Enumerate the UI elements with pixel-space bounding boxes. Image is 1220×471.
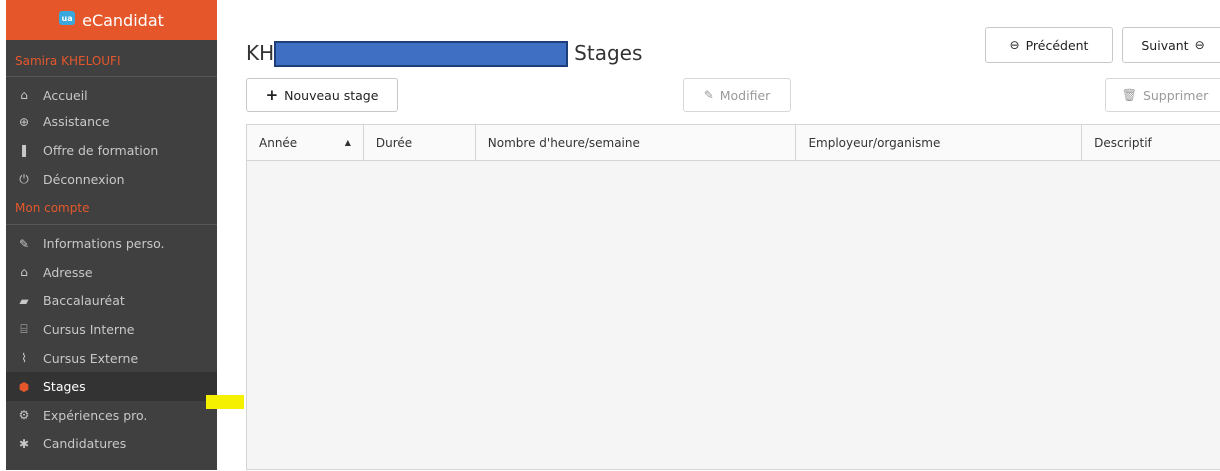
edit-label: Modifier xyxy=(719,87,771,103)
sidebar-item-cursus-interne[interactable]: ⌸ Cursus Interne xyxy=(6,315,217,344)
sidebar-item-label: Candidatures xyxy=(43,436,127,452)
column-header-descriptif[interactable]: Descriptif xyxy=(1082,125,1220,160)
sidebar-item-informations-perso[interactable]: ✎ Informations perso. xyxy=(6,229,217,258)
sidebar-item-cursus-externe[interactable]: ⌇ Cursus Externe xyxy=(6,344,217,373)
sidebar-item-offre-de-formation[interactable]: ❚ Offre de formation xyxy=(6,136,217,165)
column-label: Année xyxy=(259,135,298,150)
page-title: KH Stages xyxy=(246,36,642,70)
sidebar-item-adresse[interactable]: ⌂ Adresse xyxy=(6,258,217,287)
app-logo-icon: ua xyxy=(59,11,76,25)
table-body xyxy=(247,161,1220,471)
column-header-nombre-heure[interactable]: Nombre d'heure/semaine xyxy=(476,125,797,160)
delete-button[interactable]: 🗑 Supprimer xyxy=(1105,78,1220,112)
sidebar-item-label: Accueil xyxy=(43,87,88,103)
app-brand[interactable]: ua eCandidat xyxy=(6,0,217,40)
sidebar-item-label: Baccalauréat xyxy=(43,293,125,309)
column-label: Durée xyxy=(375,135,413,150)
column-header-annee[interactable]: Année ▲ xyxy=(247,125,364,160)
delete-label: Supprimer xyxy=(1142,87,1209,103)
new-stage-button[interactable]: + Nouveau stage xyxy=(246,78,398,112)
home-icon: ⌂ xyxy=(20,265,28,280)
previous-label: Précédent xyxy=(1025,37,1089,53)
asterisk-icon: ✱ xyxy=(18,436,30,451)
home-icon: ⌂ xyxy=(20,88,28,103)
column-label: Descriptif xyxy=(1094,135,1152,150)
pencil-icon: ✎ xyxy=(703,88,714,102)
sidebar-item-label: Expériences pro. xyxy=(43,407,148,423)
highlighter-mark xyxy=(206,395,244,409)
sidebar-item-baccalaureat[interactable]: ▰ Baccalauréat xyxy=(6,287,217,316)
next-button[interactable]: Suivant ⊖ xyxy=(1122,27,1220,63)
sidebar-item-label: Cursus Interne xyxy=(43,321,135,337)
page-title-suffix: Stages xyxy=(574,41,643,65)
circle-arrow-right-icon: ⊖ xyxy=(1194,38,1205,52)
sidebar-item-assistance[interactable]: ⊕ Assistance xyxy=(6,108,217,137)
sidebar-item-experiences-pro[interactable]: ⚙ Expériences pro. xyxy=(6,401,217,430)
power-icon: ⏻ xyxy=(19,171,29,186)
user-name: Samira KHELOUFI xyxy=(6,40,217,77)
cogs-icon: ⚙ xyxy=(18,408,30,423)
cube-icon: ⬢ xyxy=(18,379,30,394)
sidebar-item-accueil[interactable]: ⌂ Accueil xyxy=(6,81,217,110)
sidebar-item-label: Adresse xyxy=(43,264,93,280)
column-header-employeur[interactable]: Employeur/organisme xyxy=(796,125,1083,160)
previous-button[interactable]: ⊖ Précédent xyxy=(985,27,1113,63)
new-stage-label: Nouveau stage xyxy=(284,87,379,103)
main-menu: ⌂ Accueil ⊕ Assistance ❚ Offre de format… xyxy=(6,81,217,193)
column-label: Nombre d'heure/semaine xyxy=(487,135,640,150)
table-header: Année ▲ Durée Nombre d'heure/semaine Emp… xyxy=(247,125,1220,161)
circle-arrow-left-icon: ⊖ xyxy=(1009,38,1020,52)
redaction-bar xyxy=(274,41,569,67)
sort-ascending-icon: ▲ xyxy=(344,138,351,147)
sidebar: ua eCandidat Samira KHELOUFI ⌂ Accueil ⊕… xyxy=(6,0,217,470)
stages-table: Année ▲ Durée Nombre d'heure/semaine Emp… xyxy=(246,124,1220,470)
graduation-cap-icon: ⌇ xyxy=(21,351,27,366)
app-name: eCandidat xyxy=(82,10,164,30)
next-label: Suivant xyxy=(1141,37,1189,53)
sidebar-item-stages[interactable]: ⬢ Stages xyxy=(6,372,217,401)
book-icon: ▰ xyxy=(19,293,29,308)
sidebar-item-deconnexion[interactable]: ⏻ Déconnexion xyxy=(6,165,217,194)
lifebuoy-icon: ⊕ xyxy=(18,114,30,129)
sidebar-item-label: Offre de formation xyxy=(43,142,159,158)
sidebar-item-label: Déconnexion xyxy=(43,171,125,187)
account-menu: ✎ Informations perso. ⌂ Adresse ▰ Baccal… xyxy=(6,229,217,458)
sidebar-item-label: Cursus Externe xyxy=(43,350,139,366)
column-header-duree[interactable]: Durée xyxy=(364,125,476,160)
pencil-icon: ✎ xyxy=(18,236,30,251)
sidebar-item-label: Stages xyxy=(43,379,86,395)
sidebar-item-label: Assistance xyxy=(43,114,110,130)
bookmark-icon: ❚ xyxy=(18,143,30,158)
sidebar-item-label: Informations perso. xyxy=(43,236,165,252)
trash-icon: 🗑 xyxy=(1121,88,1137,102)
page-title-prefix: KH xyxy=(246,41,275,65)
column-label: Employeur/organisme xyxy=(808,135,941,150)
institution-icon: ⌸ xyxy=(20,321,28,336)
edit-button[interactable]: ✎ Modifier xyxy=(683,78,791,112)
plus-icon: + xyxy=(265,86,279,104)
sidebar-item-candidatures[interactable]: ✱ Candidatures xyxy=(6,430,217,459)
section-mon-compte: Mon compte xyxy=(6,193,217,226)
